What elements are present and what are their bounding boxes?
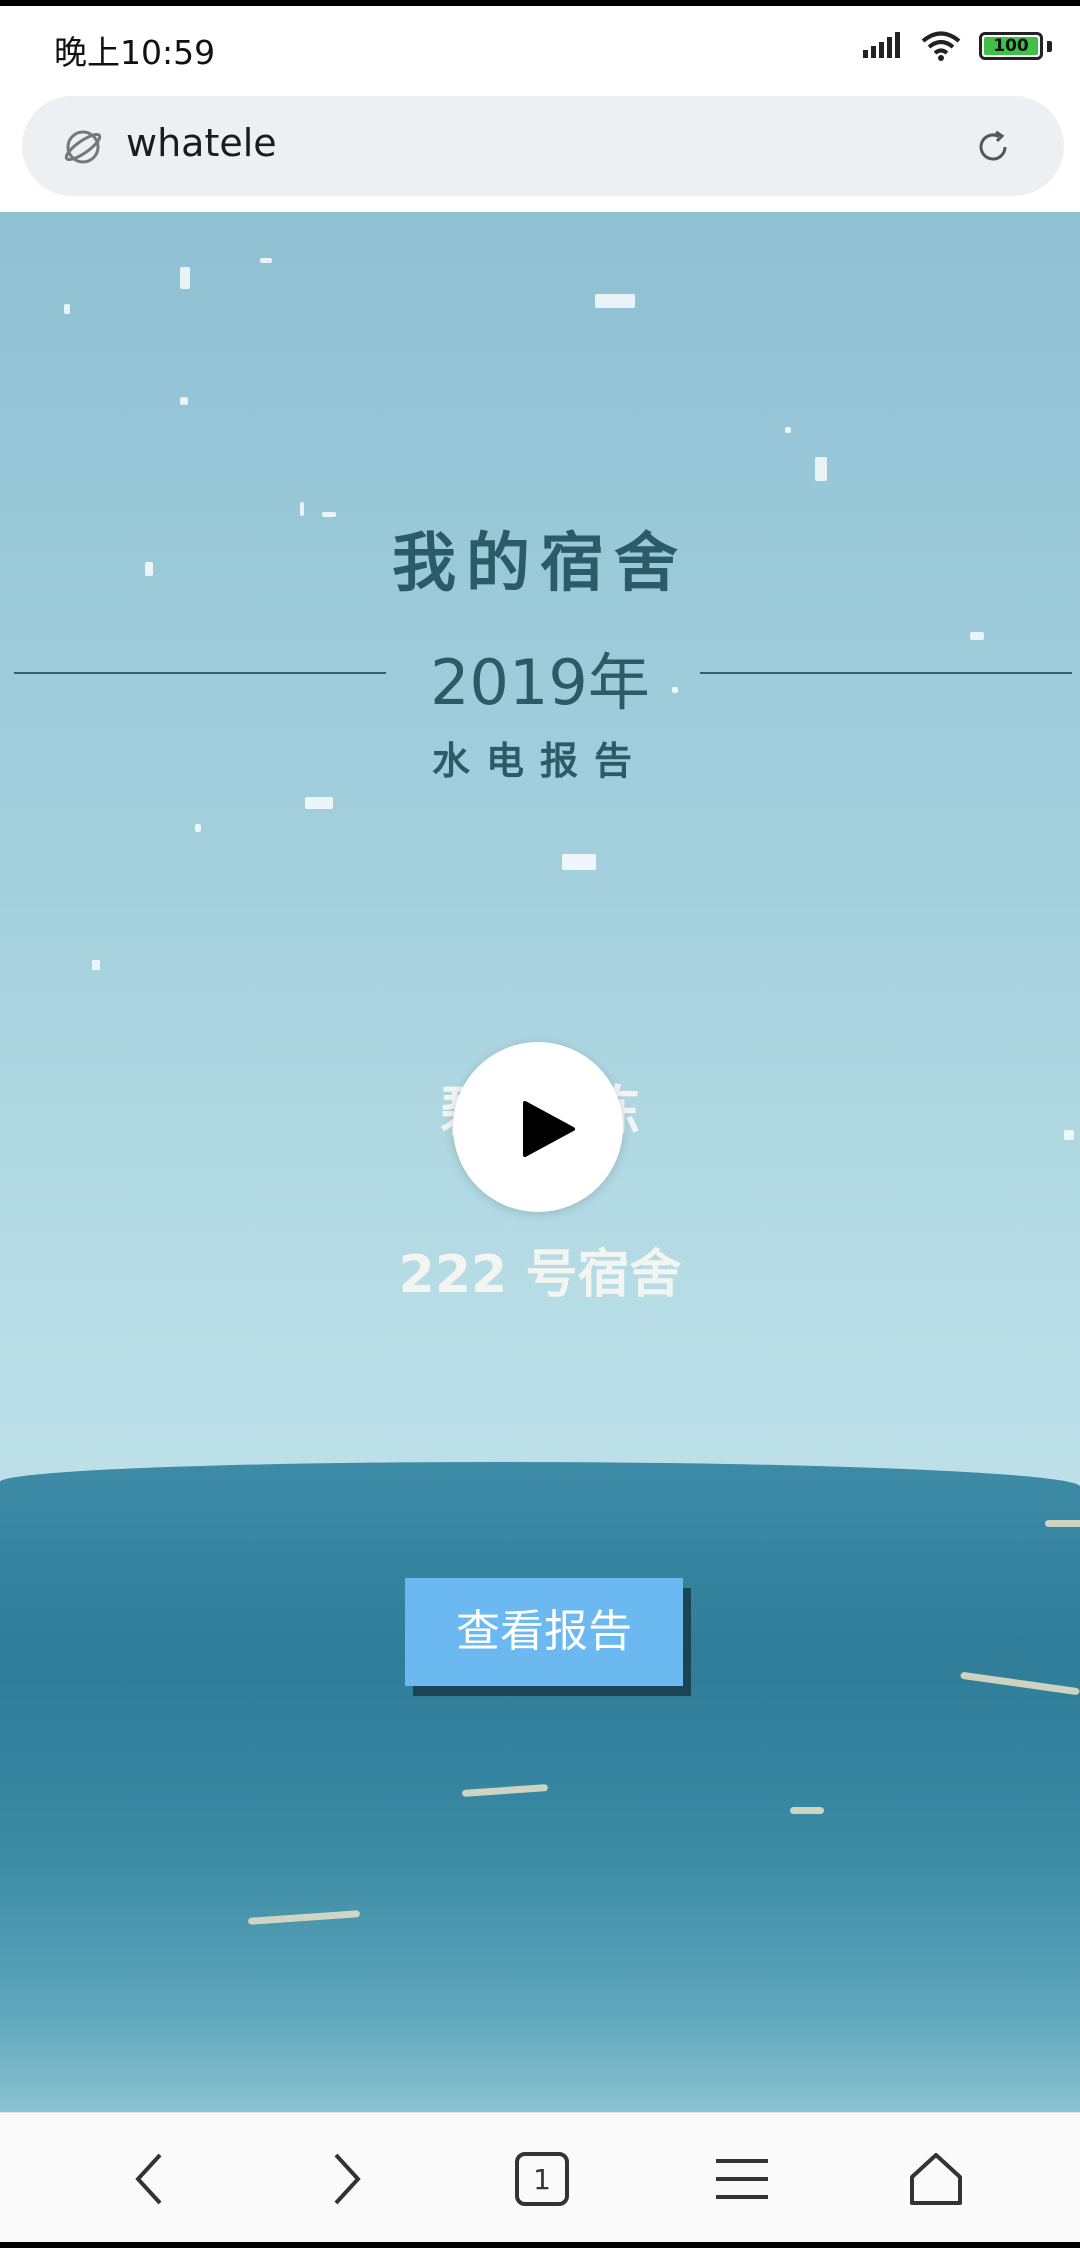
reload-icon[interactable] bbox=[972, 126, 1014, 168]
back-button[interactable] bbox=[120, 2149, 180, 2209]
snow-speck bbox=[195, 824, 201, 832]
tabs-button[interactable]: 1 bbox=[512, 2149, 572, 2209]
room-number: 222 号宿舍 bbox=[398, 1245, 682, 1305]
phone-screen: 晚上10:59 100 whatele 我的宿舍 2019年 水电报告 222 … bbox=[0, 6, 1080, 2242]
signal-icon bbox=[863, 32, 900, 58]
play-icon bbox=[523, 1101, 575, 1157]
snow-speck bbox=[180, 267, 190, 289]
url-text[interactable]: whatele bbox=[126, 121, 277, 165]
play-button[interactable] bbox=[453, 1042, 623, 1212]
snow-speck bbox=[305, 797, 333, 809]
menu-icon bbox=[716, 2159, 768, 2199]
report-cover: 我的宿舍 2019年 水电报告 碧桂8栋 222 号宿舍 查看报告 bbox=[0, 212, 1080, 2112]
snow-speck bbox=[92, 960, 100, 970]
snow-speck bbox=[64, 304, 70, 314]
snow-speck bbox=[785, 427, 791, 433]
status-time: 晚上10:59 bbox=[54, 33, 216, 72]
address-bar[interactable]: whatele bbox=[22, 96, 1064, 196]
snow-speck bbox=[562, 854, 596, 870]
browser-bottom-nav: 1 bbox=[0, 2112, 1080, 2242]
globe-icon bbox=[64, 130, 102, 164]
forward-button[interactable] bbox=[316, 2149, 376, 2209]
page-title: 我的宿舍 bbox=[392, 527, 688, 601]
divider-right bbox=[700, 672, 1072, 674]
report-subtitle: 水电报告 bbox=[431, 739, 648, 783]
ground-streak bbox=[1045, 1520, 1080, 1527]
view-report-button[interactable]: 查看报告 bbox=[405, 1578, 683, 1686]
report-year: 2019年 bbox=[430, 646, 650, 719]
ground-streak bbox=[790, 1807, 824, 1814]
snow-speck bbox=[595, 294, 635, 308]
battery-icon: 100 bbox=[979, 32, 1043, 60]
tab-count: 1 bbox=[533, 2162, 551, 2196]
battery-tip bbox=[1047, 40, 1052, 52]
snow-speck bbox=[260, 258, 272, 263]
back-icon bbox=[135, 2153, 162, 2205]
menu-button[interactable] bbox=[712, 2149, 772, 2209]
status-icons: 100 bbox=[863, 26, 1052, 66]
status-bar: 晚上10:59 100 bbox=[0, 6, 1080, 86]
battery-level: 100 bbox=[984, 36, 1038, 56]
home-button[interactable] bbox=[906, 2149, 966, 2209]
snow-speck bbox=[815, 457, 827, 481]
home-icon bbox=[910, 2153, 962, 2205]
snow-speck bbox=[180, 397, 188, 405]
forward-icon bbox=[334, 2153, 361, 2205]
wifi-icon bbox=[921, 31, 961, 61]
